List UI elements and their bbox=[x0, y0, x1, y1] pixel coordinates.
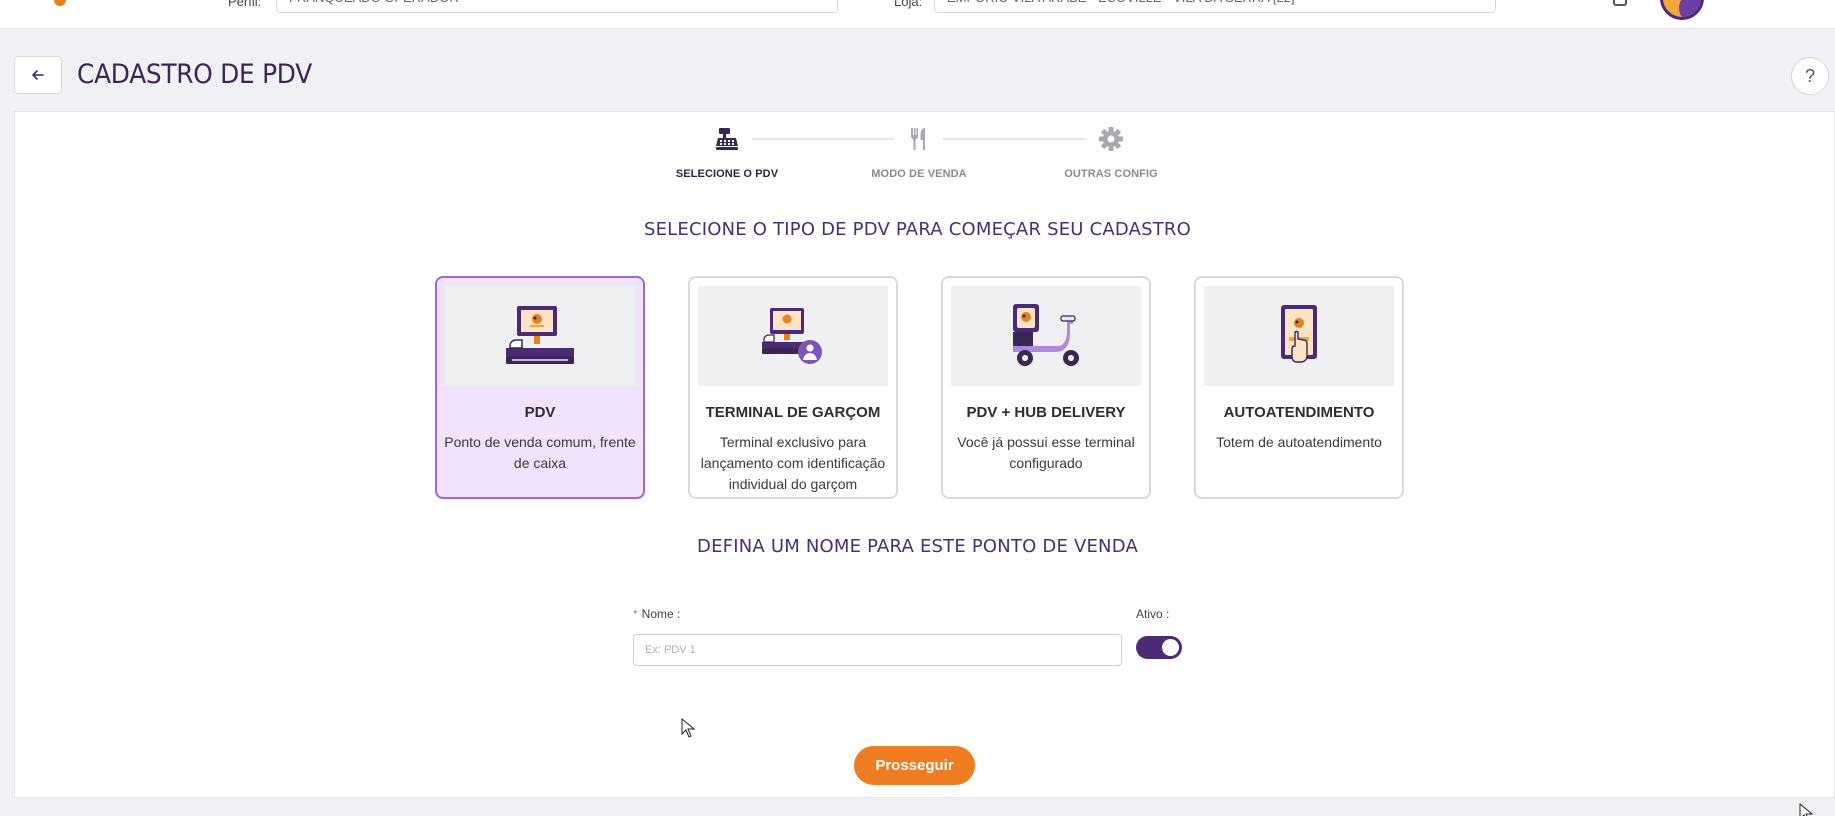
card-image bbox=[445, 286, 635, 386]
perfil-label: Perfil: bbox=[228, 0, 262, 9]
card-image bbox=[951, 286, 1141, 386]
card-image bbox=[1204, 286, 1394, 386]
name-label: * Nome : bbox=[633, 607, 680, 621]
waiter-terminal-icon bbox=[762, 308, 822, 364]
mouse-cursor-icon bbox=[681, 718, 695, 738]
card-pdv[interactable]: PDV Ponto de venda comum, frente de caix… bbox=[435, 276, 645, 499]
card-description: Ponto de venda comum, frente de caixa bbox=[444, 434, 636, 471]
top-bar: Perfil: FRANQUEADO OPERADOR Loja: EMPÓRI… bbox=[0, 0, 1835, 29]
card-terminal-garcom[interactable]: TERMINAL DE GARÇOM Terminal exclusivo pa… bbox=[688, 276, 898, 499]
active-label: Ativo : bbox=[1136, 607, 1170, 621]
cash-register-icon bbox=[716, 128, 738, 150]
step-label: MODO DE VENDA bbox=[871, 168, 967, 180]
card-description: Terminal exclusivo para lançamento com i… bbox=[700, 434, 886, 492]
back-button[interactable] bbox=[14, 56, 62, 94]
step-outras-config[interactable]: OUTRAS CONFIG bbox=[1031, 124, 1191, 180]
card-description: Totem de autoatendimento bbox=[1216, 434, 1382, 450]
main-panel bbox=[14, 111, 1835, 798]
bell-icon[interactable] bbox=[1613, 0, 1627, 6]
step-modo-venda[interactable]: MODO DE VENDA bbox=[839, 124, 999, 180]
required-mark: * bbox=[633, 607, 638, 621]
perfil-select[interactable]: FRANQUEADO OPERADOR bbox=[276, 0, 838, 13]
name-label-text: Nome : bbox=[641, 607, 681, 621]
delivery-scooter-icon bbox=[1013, 304, 1079, 366]
avatar[interactable] bbox=[1660, 0, 1704, 20]
card-description: Você já possui esse terminal configurado bbox=[957, 434, 1135, 471]
loja-label: Loja: bbox=[894, 0, 923, 9]
step-label: SELECIONE O PDV bbox=[675, 168, 779, 180]
help-button[interactable]: ? bbox=[1791, 57, 1829, 95]
card-pdv-hub-delivery[interactable]: PDV + HUB DELIVERY Você já possui esse t… bbox=[941, 276, 1151, 499]
loja-select[interactable]: EMPÓRIO VILA ARABE - ECOVILLE - VILA DA … bbox=[934, 0, 1496, 13]
brand-logo[interactable] bbox=[54, 0, 66, 6]
card-title: AUTOATENDIMENTO bbox=[1223, 404, 1375, 421]
step-select-pdv[interactable]: SELECIONE O PDV bbox=[647, 124, 807, 180]
active-toggle[interactable] bbox=[1136, 636, 1182, 659]
step-label: OUTRAS CONFIG bbox=[1064, 168, 1158, 180]
card-title: PDV bbox=[524, 404, 556, 421]
arrow-left-icon bbox=[32, 70, 44, 80]
page-title: CADASTRO DE PDV bbox=[77, 59, 312, 90]
card-autoatendimento[interactable]: AUTOATENDIMENTO Totem de autoatendimento bbox=[1194, 276, 1404, 499]
define-name-title: DEFINA UM NOME PARA ESTE PONTO DE VENDA bbox=[697, 536, 1138, 557]
utensils-icon bbox=[911, 128, 925, 150]
mouse-cursor-icon bbox=[1799, 803, 1813, 816]
kiosk-icon bbox=[1281, 305, 1317, 363]
proceed-button[interactable]: Prosseguir bbox=[854, 746, 975, 785]
card-title: TERMINAL DE GARÇOM bbox=[705, 404, 881, 421]
select-type-title: SELECIONE O TIPO DE PDV PARA COMEÇAR SEU… bbox=[643, 219, 1192, 240]
card-title: PDV + HUB DELIVERY bbox=[966, 404, 1126, 421]
pos-terminal-icon bbox=[506, 306, 574, 364]
card-image bbox=[698, 286, 888, 386]
toggle-knob bbox=[1162, 639, 1179, 656]
name-input[interactable] bbox=[633, 634, 1122, 666]
gear-icon bbox=[1099, 127, 1123, 151]
